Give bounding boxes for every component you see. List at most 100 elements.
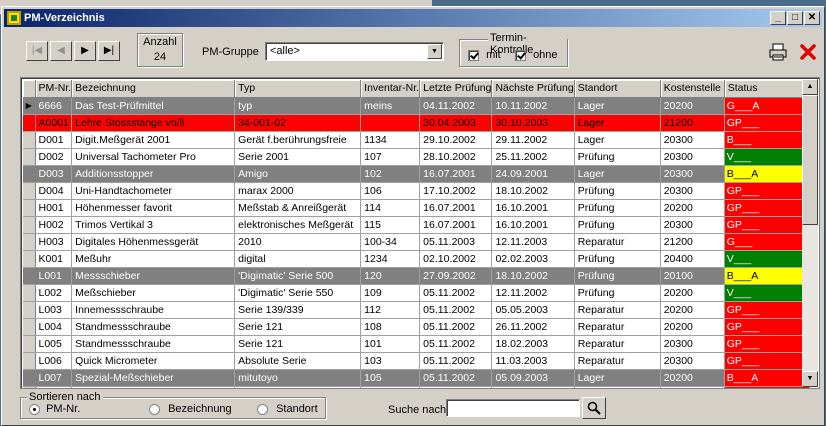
table-cell[interactable]: Spezial-Meßschieber (71, 369, 236, 387)
table-cell[interactable]: D004 (35, 182, 73, 200)
row-indicator[interactable] (23, 369, 36, 387)
table-cell[interactable]: 28.10.2002 (419, 148, 493, 166)
table-cell[interactable]: 109 (360, 284, 421, 302)
column-header[interactable]: Nächste Prüfung (491, 80, 575, 98)
table-cell[interactable]: 115 (360, 216, 421, 234)
table-cell[interactable]: Reparatur (574, 352, 661, 370)
next-record-button[interactable]: ▶ (74, 41, 96, 61)
status-badge[interactable]: G___ (724, 233, 810, 251)
table-cell[interactable]: 25.11.2002 (491, 148, 575, 166)
table-row[interactable]: A0001 Lehre Stossstange vo/li 34-001-02 30.… (23, 114, 810, 132)
table-cell[interactable]: L005 (35, 335, 73, 353)
table-cell[interactable]: 05.11.2002 (419, 301, 493, 319)
table-cell[interactable]: Quick Micrometer (71, 352, 236, 370)
table-cell[interactable]: Serie 2001 (234, 148, 362, 166)
table-cell[interactable] (360, 114, 421, 132)
table-cell[interactable]: 21200 (660, 114, 725, 132)
table-cell[interactable]: 05.05.2003 (491, 301, 575, 319)
table-cell[interactable]: L007 (35, 369, 73, 387)
table-cell[interactable]: Prüfung (574, 386, 661, 388)
status-badge[interactable]: GP___ (724, 301, 810, 319)
status-badge[interactable]: B___ (724, 131, 810, 149)
table-cell[interactable]: 20400 (660, 250, 725, 268)
sort-option-standort[interactable]: Standort (257, 403, 318, 415)
table-cell[interactable]: 700 001 (360, 386, 421, 388)
table-cell[interactable]: L002 (35, 284, 73, 302)
table-cell[interactable]: 20200 (660, 318, 725, 336)
column-header[interactable]: Kostenstelle (660, 80, 725, 98)
table-row[interactable]: ▶ 6666 Das Test-Prüfmittel typ meins 04.11.20… (23, 97, 810, 115)
table-cell[interactable]: 29.11.2002 (491, 131, 575, 149)
table-cell[interactable]: 2010 (234, 233, 362, 251)
status-badge[interactable]: V___ (724, 250, 810, 268)
print-icon[interactable] (769, 43, 787, 61)
table-cell[interactable]: 20200 (660, 199, 725, 217)
row-indicator[interactable] (23, 216, 36, 234)
table-cell[interactable]: elektronisches Meßgerät (234, 216, 362, 234)
table-cell[interactable]: 1234 (360, 250, 421, 268)
status-badge[interactable]: GP___ (724, 318, 810, 336)
table-cell[interactable]: 1134 (360, 131, 421, 149)
table-cell[interactable]: Lager (574, 165, 661, 183)
scroll-up-icon[interactable]: ▲ (802, 79, 818, 95)
table-cell[interactable]: 05.09.2003 (491, 369, 575, 387)
column-header[interactable]: Standort (574, 80, 661, 98)
table-cell[interactable]: 05.11.2002 (419, 335, 493, 353)
table-cell[interactable]: Serie 139/339 (234, 301, 362, 319)
table-cell[interactable]: 04.11.2002 (419, 97, 493, 115)
table-cell[interactable]: 05.11.2002 (419, 369, 493, 387)
table-cell[interactable]: 16.07.2001 (419, 165, 493, 183)
table-cell[interactable]: Serie 121 (234, 335, 362, 353)
table-row[interactable]: H002 Trimos Vertikal 3 elektronisches Meßg… (23, 216, 810, 234)
table-cell[interactable]: 100-34 (360, 233, 421, 251)
table-cell[interactable]: mitutoyo (234, 369, 362, 387)
table-cell[interactable]: 30.10.2003 (491, 114, 575, 132)
table-cell[interactable]: Prüfung (574, 267, 661, 285)
table-cell[interactable]: 24.09.2001 (491, 165, 575, 183)
table-cell[interactable]: Serie 121 (234, 318, 362, 336)
termin-mit-checkbox[interactable]: mit (468, 49, 501, 61)
table-cell[interactable]: Prüfung (574, 250, 661, 268)
table-cell[interactable]: C.A 5220 (234, 386, 362, 388)
table-cell[interactable]: 120 (360, 267, 421, 285)
status-badge[interactable]: G___A (724, 97, 810, 115)
table-row[interactable]: K001 Meßuhr digital 1234 02.10.2002 02.02.200… (23, 250, 810, 268)
table-row[interactable]: H001 Höhenmesser favorit Meßstab & Anreißg… (23, 199, 810, 217)
table-cell[interactable]: 20300 (660, 216, 725, 234)
search-input[interactable] (446, 399, 580, 417)
table-cell[interactable]: L004 (35, 318, 73, 336)
table-cell[interactable]: Digitales Höhenmessgerät (71, 233, 236, 251)
table-cell[interactable]: Messschieber (71, 267, 236, 285)
table-cell[interactable]: Universal Tachometer Pro (71, 148, 236, 166)
table-cell[interactable]: 16.10.2001 (491, 216, 575, 234)
table-cell[interactable]: Höhenmesser favorit (71, 199, 236, 217)
table-cell[interactable]: 20300 (660, 182, 725, 200)
table-cell[interactable]: 'Digimatic' Serie 550 (234, 284, 362, 302)
table-cell[interactable]: 20300 (660, 165, 725, 183)
status-badge[interactable]: GP___ (724, 114, 810, 132)
table-cell[interactable]: digital (234, 250, 362, 268)
table-row[interactable]: L007 Spezial-Meßschieber mitutoyo 105 05.11.… (23, 369, 810, 387)
table-cell[interactable]: 6666 (35, 97, 73, 115)
table-row[interactable]: H003 Digitales Höhenmessgerät 2010 100-34 05… (23, 233, 810, 251)
table-cell[interactable]: 20200 (660, 369, 725, 387)
table-cell[interactable]: D001 (35, 131, 73, 149)
last-record-button[interactable]: ▶| (98, 41, 120, 61)
row-indicator[interactable] (23, 267, 36, 285)
sort-option-pm-nr[interactable]: PM-Nr. (29, 403, 80, 415)
row-indicator[interactable] (23, 301, 36, 319)
table-cell[interactable]: 20300 (660, 131, 725, 149)
table-row[interactable]: D002 Universal Tachometer Pro Serie 2001 10… (23, 148, 810, 166)
table-cell[interactable]: Prüfung (574, 216, 661, 234)
table-cell[interactable]: H002 (35, 216, 73, 234)
table-cell[interactable]: 108 (360, 318, 421, 336)
table-cell[interactable]: 16.07.2001 (419, 199, 493, 217)
table-cell[interactable]: 30.04.2003 (419, 114, 493, 132)
row-indicator[interactable] (23, 165, 36, 183)
table-cell[interactable]: 'Digimatic' Serie 500 (234, 267, 362, 285)
table-cell[interactable]: H003 (35, 233, 73, 251)
scroll-thumb[interactable] (802, 95, 818, 225)
table-cell[interactable]: Lehre Stossstange vo/li (71, 114, 236, 132)
table-cell[interactable]: Das Test-Prüfmittel (71, 97, 236, 115)
table-cell[interactable]: Amigo (234, 165, 362, 183)
